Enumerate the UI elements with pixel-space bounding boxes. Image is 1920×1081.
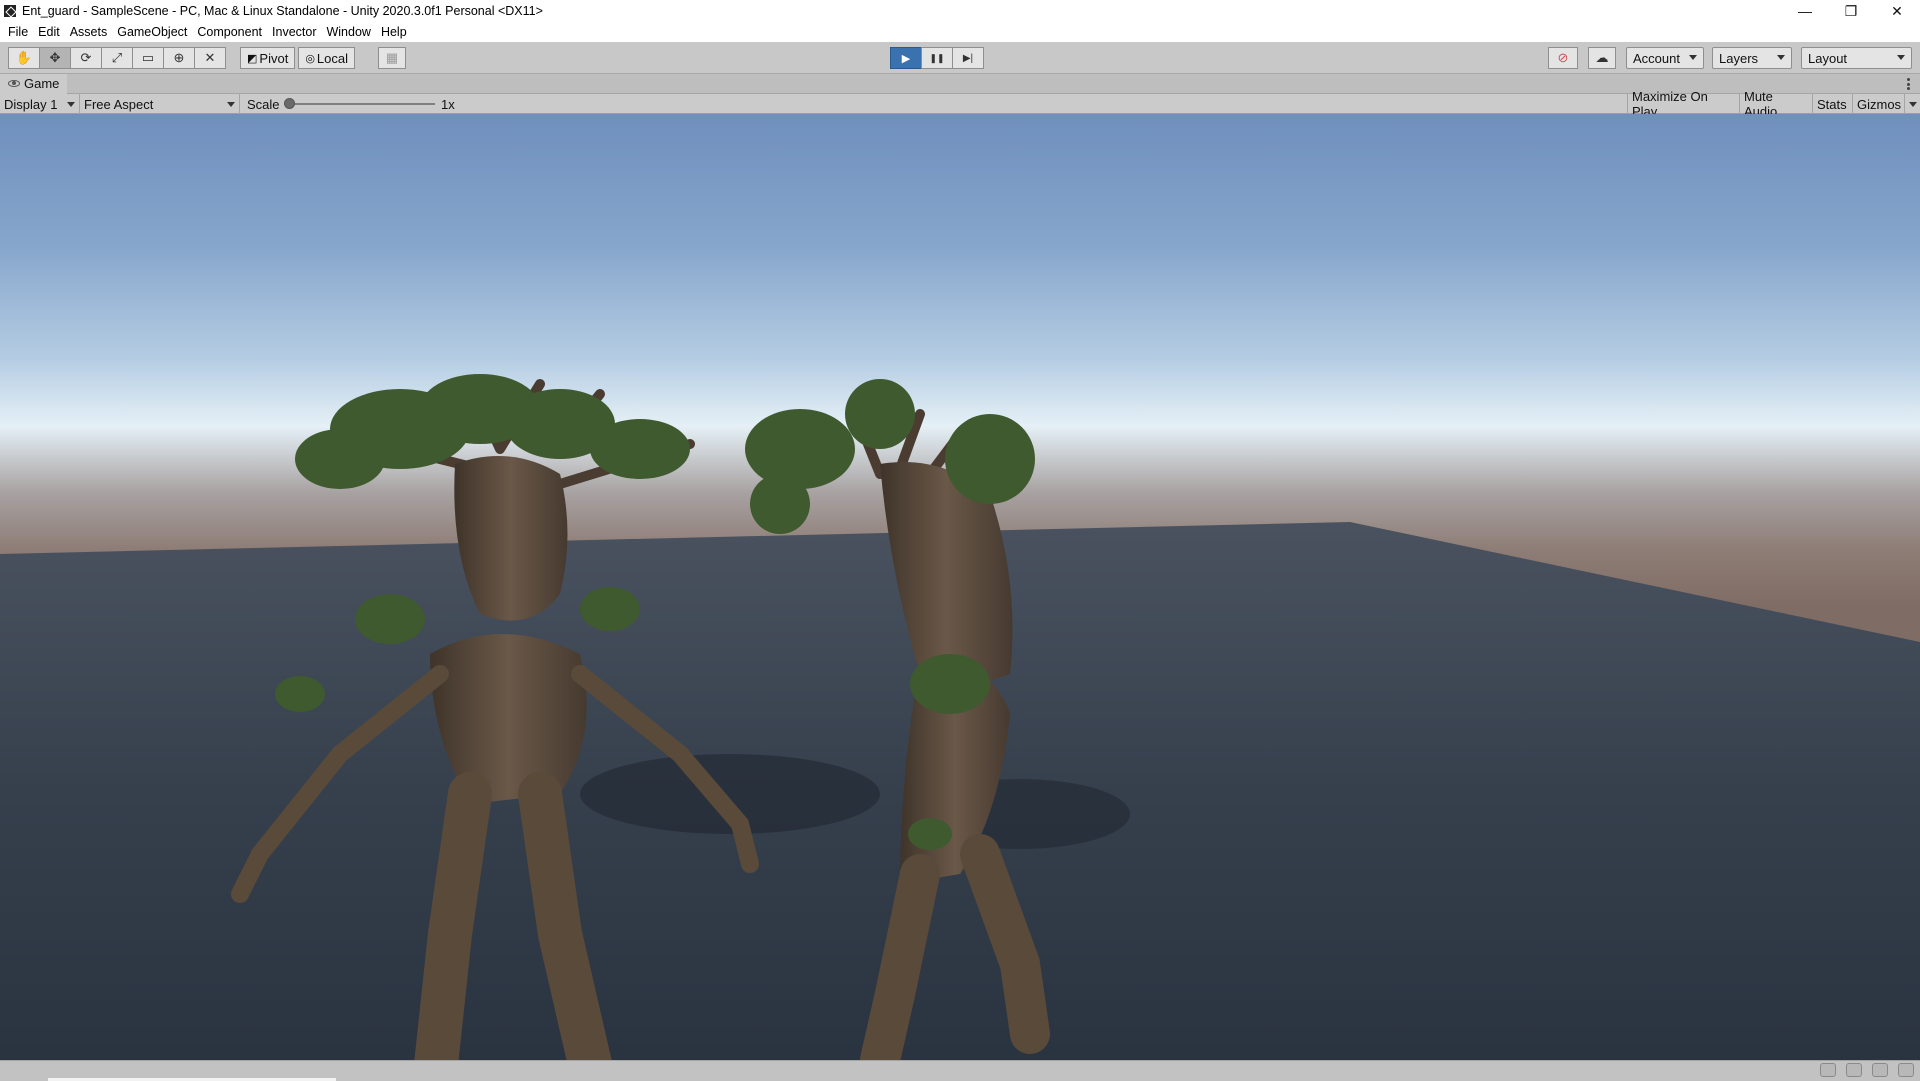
chevron-down-icon — [1897, 55, 1905, 60]
account-label: Account — [1633, 50, 1680, 66]
grid-snap-button[interactable]: ▦ — [378, 47, 406, 69]
cloud-icon: ☁ — [1595, 50, 1609, 65]
play-icon: ▶ — [901, 52, 911, 65]
aspect-dropdown[interactable]: Free Aspect — [80, 94, 240, 114]
main-toolbar: ✋ ✥ ⟳ ⤢ ▭ ⊕ ✕ ◩ Pivot ◎ Local ▦ ▶ ❚❚ ▶| … — [0, 42, 1920, 74]
scale-slider-handle[interactable] — [284, 98, 295, 109]
pause-button[interactable]: ❚❚ — [921, 47, 953, 69]
menu-bar: File Edit Assets GameObject Component In… — [0, 22, 1920, 42]
status-icon[interactable] — [1898, 1063, 1914, 1077]
unity-logo-icon — [4, 5, 16, 17]
move-icon: ✥ — [49, 50, 61, 65]
status-icon[interactable] — [1872, 1063, 1888, 1077]
play-button[interactable]: ▶ — [890, 47, 922, 69]
maximize-on-play-toggle[interactable]: Maximize On Play — [1627, 89, 1739, 119]
status-icon[interactable] — [1820, 1063, 1836, 1077]
status-icons — [1810, 1063, 1914, 1079]
pivot-toggle[interactable]: ◩ Pivot — [240, 47, 296, 69]
move-tool-button[interactable]: ✥ — [39, 47, 71, 69]
collab-group: ⊘ — [1548, 47, 1578, 69]
rect-icon: ▭ — [141, 50, 155, 65]
window-title: Ent_guard - SampleScene - PC, Mac & Linu… — [22, 4, 543, 18]
pivot-label: Pivot — [259, 50, 289, 66]
menu-component[interactable]: Component — [192, 22, 267, 42]
menu-gameobject[interactable]: GameObject — [112, 22, 192, 42]
game-viewport[interactable] — [0, 114, 1920, 1060]
more-options-icon[interactable] — [1907, 78, 1910, 90]
pause-icon: ❚❚ — [929, 52, 945, 63]
menu-edit[interactable]: Edit — [33, 22, 65, 42]
step-button[interactable]: ▶| — [952, 47, 984, 69]
close-button[interactable]: ✕ — [1874, 0, 1920, 22]
gizmos-dropdown[interactable] — [1904, 94, 1920, 114]
gizmos-toggle[interactable]: Gizmos — [1852, 94, 1904, 114]
tab-game[interactable]: Game — [0, 73, 68, 94]
game-view-icon — [8, 80, 20, 87]
aspect-label: Free Aspect — [84, 96, 154, 112]
window-controls: — ❐ ✕ — [1782, 0, 1920, 22]
collab-button[interactable]: ⊘ — [1548, 47, 1578, 69]
cloud-group: ☁ — [1588, 47, 1616, 69]
scale-value: 1x — [441, 96, 455, 112]
local-label: Local — [316, 50, 348, 66]
transform-tools: ✋ ✥ ⟳ ⤢ ▭ ⊕ ✕ — [8, 47, 226, 69]
display-label: Display 1 — [4, 96, 58, 112]
collab-icon: ⊘ — [1557, 50, 1569, 65]
stats-toggle[interactable]: Stats — [1812, 94, 1852, 114]
grid-group: ▦ — [378, 47, 406, 69]
status-bar — [0, 1060, 1920, 1081]
game-view-toolbar: Display 1 Free Aspect Scale 1x Maximize … — [0, 89, 1920, 119]
playmode-controls: ▶ ❚❚ ▶| — [890, 47, 984, 69]
layers-label: Layers — [1719, 50, 1759, 66]
local-icon: ◎ — [305, 52, 315, 65]
menu-help[interactable]: Help — [376, 22, 412, 42]
menu-invector[interactable]: Invector — [267, 22, 321, 42]
title-bar: Ent_guard - SampleScene - PC, Mac & Linu… — [0, 0, 1920, 22]
status-icon[interactable] — [1846, 1063, 1862, 1077]
transform-tool-button[interactable]: ⊕ — [163, 47, 195, 69]
chevron-down-icon — [67, 102, 75, 107]
rotate-icon: ⟳ — [80, 50, 92, 65]
rect-tool-button[interactable]: ▭ — [132, 47, 164, 69]
pivot-group: ◩ Pivot ◎ Local — [240, 47, 355, 69]
chevron-down-icon — [1909, 102, 1917, 107]
hand-icon: ✋ — [15, 50, 33, 65]
restore-button[interactable]: ❐ — [1828, 0, 1874, 22]
layout-dropdown[interactable]: Layout — [1801, 47, 1912, 69]
game-tab-label: Game — [24, 76, 60, 91]
scale-slider-track[interactable] — [290, 103, 435, 105]
layers-dropdown[interactable]: Layers — [1712, 47, 1792, 69]
scale-tool-button[interactable]: ⤢ — [101, 47, 133, 69]
pivot-icon: ◩ — [247, 52, 258, 65]
chevron-down-icon — [227, 102, 235, 107]
menu-assets[interactable]: Assets — [65, 22, 113, 42]
grid-icon: ▦ — [385, 50, 399, 65]
chevron-down-icon — [1777, 55, 1785, 60]
display-dropdown[interactable]: Display 1 — [0, 94, 80, 114]
hand-tool-button[interactable]: ✋ — [8, 47, 40, 69]
step-icon: ▶| — [962, 52, 974, 64]
layout-label: Layout — [1808, 50, 1848, 66]
cloud-button[interactable]: ☁ — [1588, 47, 1616, 69]
scale-icon: ⤢ — [111, 50, 123, 65]
mute-audio-toggle[interactable]: Mute Audio — [1739, 89, 1812, 119]
menu-window[interactable]: Window — [321, 22, 375, 42]
scale-label: Scale — [247, 96, 280, 112]
chevron-down-icon — [1689, 55, 1697, 60]
local-toggle[interactable]: ◎ Local — [298, 47, 355, 69]
scene-render — [0, 374, 1920, 1060]
tools-icon: ✕ — [204, 50, 216, 65]
menu-file[interactable]: File — [3, 22, 33, 42]
transform-icon: ⊕ — [173, 50, 185, 65]
account-dropdown[interactable]: Account — [1626, 47, 1704, 69]
rotate-tool-button[interactable]: ⟳ — [70, 47, 102, 69]
minimize-button[interactable]: — — [1782, 0, 1828, 22]
custom-tool-button[interactable]: ✕ — [194, 47, 226, 69]
